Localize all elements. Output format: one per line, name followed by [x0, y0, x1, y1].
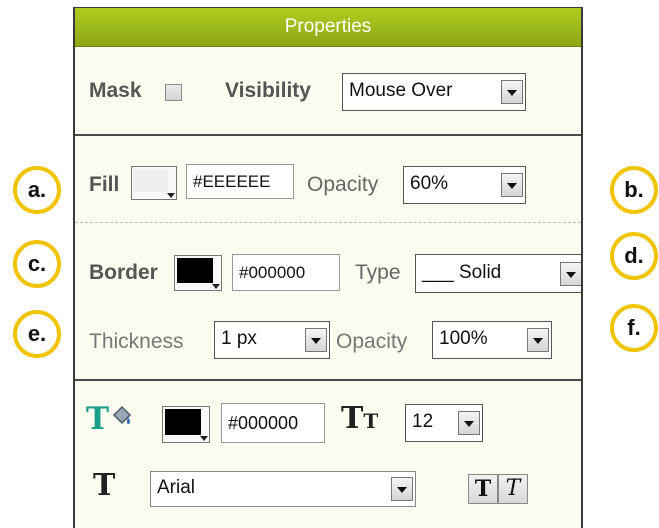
border-type-value: ___ Solid [422, 261, 501, 283]
border-opacity-select[interactable]: 100% [432, 321, 552, 359]
section-divider [75, 379, 581, 381]
font-size-value: 12 [412, 410, 434, 432]
border-swatch-color [177, 258, 213, 283]
panel-header: Properties [75, 8, 581, 47]
italic-button[interactable]: T [498, 474, 528, 504]
visibility-value: Mouse Over [349, 79, 453, 101]
mask-label: Mask [89, 79, 142, 102]
thickness-value: 1 px [221, 327, 257, 349]
caret-down-icon [167, 193, 175, 198]
border-label: Border [89, 261, 158, 284]
callout-b: b. [610, 166, 658, 214]
fill-opacity-value: 60% [410, 172, 449, 194]
border-type-text: Solid [458, 261, 502, 283]
text-size-glyph-small: T [363, 409, 379, 433]
chevron-down-icon[interactable] [527, 328, 549, 352]
properties-panel: Properties Mask Visibility Mouse Over Fi… [73, 7, 583, 528]
text-swatch-color [165, 409, 201, 435]
border-opacity-label: Opacity [336, 330, 408, 353]
chevron-down-icon[interactable] [501, 173, 523, 197]
fill-hex-input[interactable]: #EEEEEE [186, 164, 294, 199]
callout-f: f. [610, 304, 658, 352]
thickness-label: Thickness [89, 330, 184, 353]
fill-opacity-label: Opacity [307, 173, 379, 196]
line-style-icon: ___ [422, 261, 454, 283]
section-divider [75, 134, 581, 136]
font-family-icon: T [93, 468, 116, 503]
text-size-icon: TT [341, 401, 378, 436]
bold-button[interactable]: T [468, 474, 498, 504]
chevron-down-icon[interactable] [305, 328, 327, 352]
mask-checkbox[interactable] [165, 84, 182, 101]
text-size-glyph-large: T [341, 401, 364, 436]
chevron-down-icon[interactable] [458, 411, 480, 435]
text-color-swatch[interactable] [162, 406, 210, 443]
text-hex-input[interactable]: #000000 [221, 403, 325, 443]
visibility-label: Visibility [225, 79, 311, 102]
chevron-down-icon[interactable] [501, 80, 523, 104]
caret-down-icon [200, 436, 208, 441]
callout-c: c. [13, 240, 61, 288]
font-family-select[interactable]: Arial [150, 471, 416, 507]
callout-a: a. [13, 166, 61, 214]
chevron-down-icon[interactable] [391, 477, 413, 501]
fill-swatch-color [134, 169, 168, 192]
thickness-select[interactable]: 1 px [214, 321, 330, 359]
fill-color-swatch[interactable] [131, 166, 177, 200]
fill-label: Fill [89, 173, 120, 196]
fill-opacity-select[interactable]: 60% [403, 166, 526, 204]
visibility-select[interactable]: Mouse Over [342, 73, 526, 111]
dotted-divider [75, 222, 581, 223]
chevron-down-icon[interactable] [560, 261, 581, 286]
border-hex-input[interactable]: #000000 [232, 254, 340, 291]
border-type-label: Type [355, 261, 401, 284]
caret-down-icon [212, 284, 220, 289]
font-family-value: Arial [157, 476, 196, 498]
callout-d: d. [610, 232, 658, 280]
text-t-icon: T [86, 401, 110, 437]
text-fill-icon[interactable]: T [86, 401, 134, 441]
paint-bucket-icon [112, 405, 132, 425]
border-type-select[interactable]: ___ Solid [415, 254, 581, 293]
font-size-select[interactable]: 12 [405, 404, 483, 442]
border-color-swatch[interactable] [174, 255, 222, 291]
callout-e: e. [13, 310, 61, 358]
border-opacity-value: 100% [439, 327, 488, 349]
